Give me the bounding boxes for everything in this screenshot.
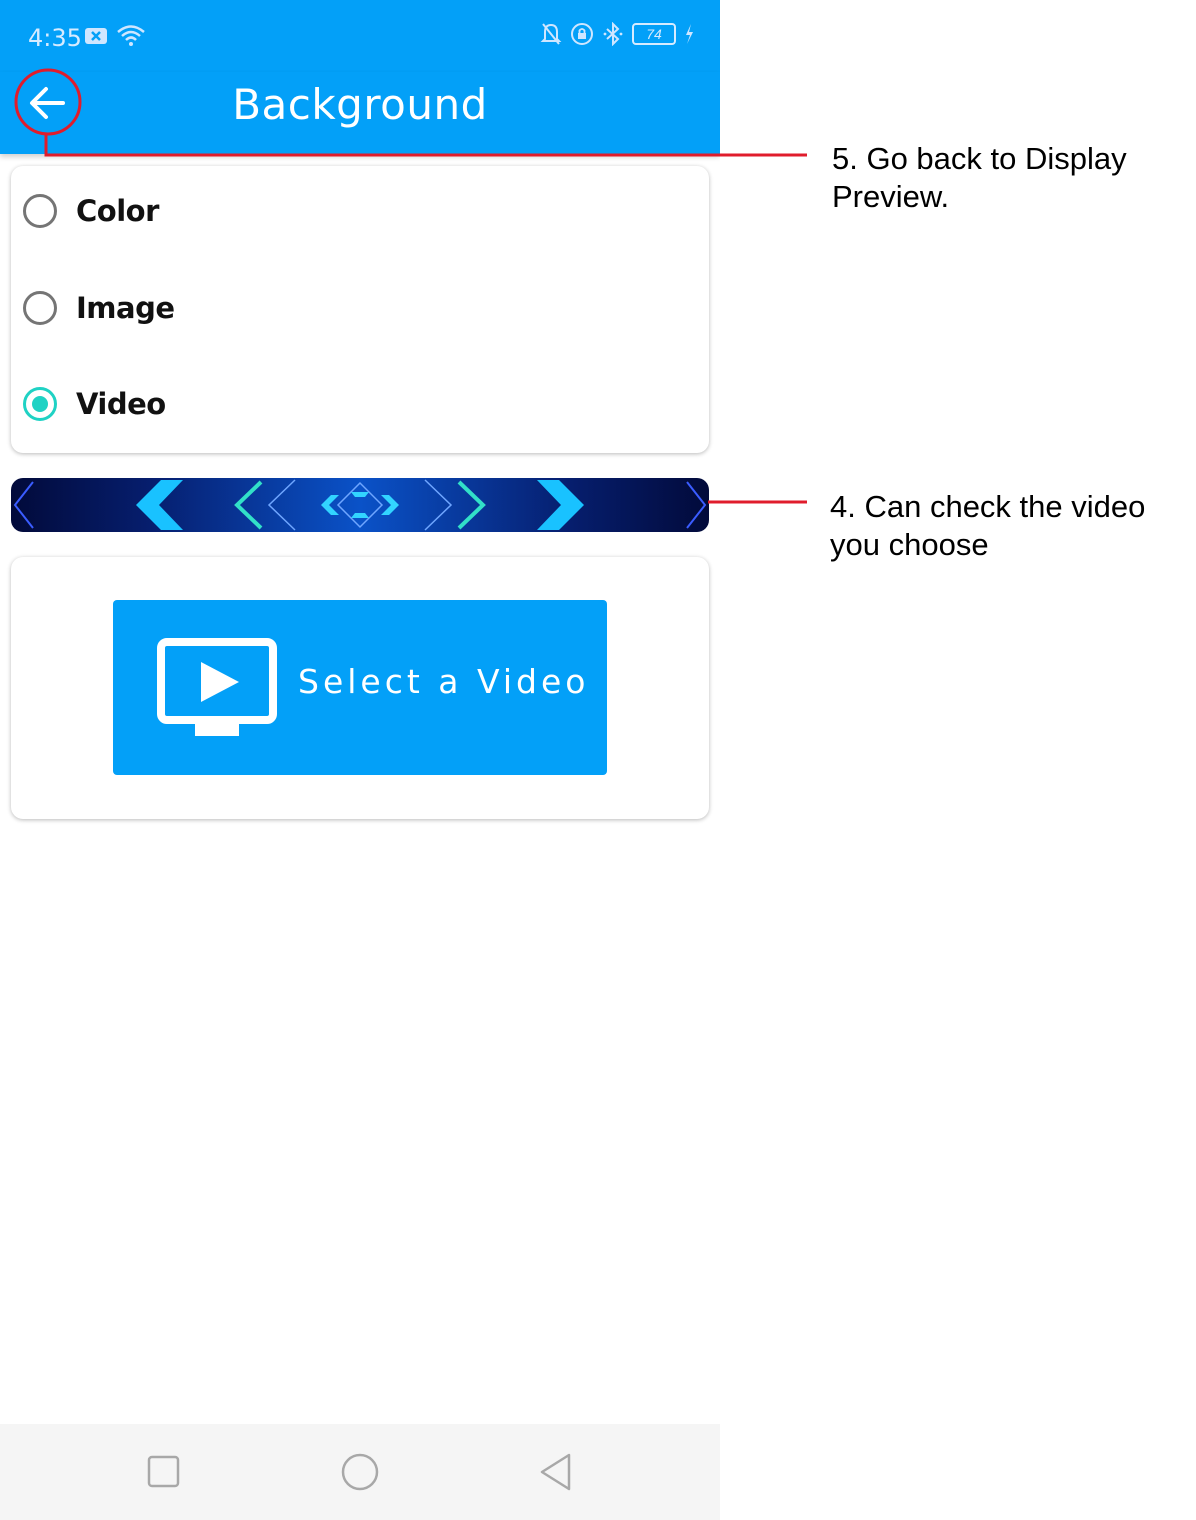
radio-label: Video xyxy=(76,387,166,421)
video-preview[interactable] xyxy=(11,478,709,532)
battery-icon: 74 xyxy=(632,23,676,45)
mute-bell-icon xyxy=(540,23,562,45)
annotation-line: Preview. xyxy=(832,179,950,214)
select-video-button[interactable]: Select a Video xyxy=(113,600,607,775)
page-title: Background xyxy=(232,80,488,129)
radio-option-color[interactable]: Color xyxy=(23,186,159,236)
annotation-video: 4. Can check the video you choose xyxy=(830,488,1145,564)
annotation-line: 4. Can check the video xyxy=(830,489,1146,524)
radio-button[interactable] xyxy=(23,291,57,325)
battery-level: 74 xyxy=(646,26,662,42)
charging-icon xyxy=(686,24,693,44)
select-video-label: Select a Video xyxy=(298,662,590,701)
annotation-line: you choose xyxy=(830,527,989,562)
system-nav-bar xyxy=(0,1424,720,1520)
radio-button[interactable] xyxy=(23,194,57,228)
radio-option-image[interactable]: Image xyxy=(23,283,175,333)
recents-square-icon[interactable] xyxy=(147,1455,181,1489)
annotation-line: 5. Go back to Display xyxy=(832,141,1127,176)
radio-label: Color xyxy=(76,194,159,228)
back-triangle-icon[interactable] xyxy=(538,1452,574,1492)
radio-option-video[interactable]: Video xyxy=(23,379,166,429)
bluetooth-icon xyxy=(603,22,623,46)
home-circle-icon[interactable] xyxy=(340,1452,380,1492)
status-bar: 4:35 74 xyxy=(0,0,720,72)
notification-x-icon xyxy=(85,28,107,44)
app-bar: Background xyxy=(0,72,720,154)
wifi-icon xyxy=(117,25,145,46)
radio-label: Image xyxy=(76,291,175,325)
phone-screen: 4:35 74 Background Color Image Video Sel… xyxy=(0,0,720,1520)
monitor-play-icon xyxy=(157,638,277,736)
lock-rotation-icon xyxy=(571,23,593,45)
video-thumbnail-graphic xyxy=(13,479,707,531)
annotation-back: 5. Go back to Display Preview. xyxy=(832,140,1127,216)
background-type-card: Color Image Video xyxy=(11,166,709,453)
radio-button-selected[interactable] xyxy=(23,387,57,421)
video-select-card: Select a Video xyxy=(11,557,709,819)
status-time: 4:35 xyxy=(28,24,82,52)
